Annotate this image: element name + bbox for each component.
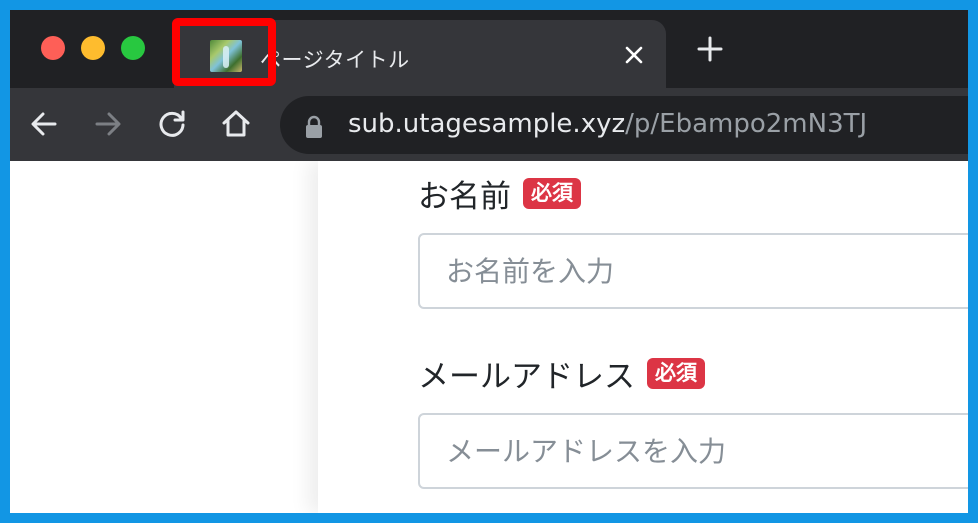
browser-toolbar: sub.utagesample.xyz/p/Ebampo2mN3TJ bbox=[10, 88, 968, 161]
minimize-window-button[interactable] bbox=[81, 36, 105, 60]
arrow-left-icon[interactable] bbox=[28, 108, 60, 140]
required-badge: 必須 bbox=[523, 178, 581, 209]
home-icon[interactable] bbox=[220, 108, 252, 140]
email-input[interactable] bbox=[418, 413, 968, 489]
close-window-button[interactable] bbox=[41, 36, 65, 60]
url-path: /p/Ebampo2mN3TJ bbox=[625, 109, 868, 139]
maximize-window-button[interactable] bbox=[121, 36, 145, 60]
favicon-highlight-box bbox=[172, 18, 276, 86]
url-host: sub.utagesample.xyz bbox=[348, 109, 626, 139]
reload-icon[interactable] bbox=[156, 108, 188, 140]
form-card: お名前 必須 メールアドレス 必須 bbox=[318, 161, 968, 513]
required-badge: 必須 bbox=[647, 358, 705, 389]
name-label-text: お名前 bbox=[418, 179, 511, 215]
name-input[interactable] bbox=[418, 233, 968, 309]
plus-icon[interactable] bbox=[694, 33, 726, 65]
tab-strip: ページタイトル bbox=[10, 10, 968, 88]
arrow-right-icon[interactable] bbox=[92, 108, 124, 140]
email-field-label: メールアドレス 必須 bbox=[418, 351, 705, 396]
name-field-label: お名前 必須 bbox=[418, 171, 581, 216]
lock-icon[interactable] bbox=[304, 115, 324, 139]
close-icon[interactable] bbox=[624, 38, 644, 72]
url-text: sub.utagesample.xyz/p/Ebampo2mN3TJ bbox=[348, 109, 867, 139]
tab-title: ページタイトル bbox=[260, 48, 410, 72]
page-viewport: お名前 必須 メールアドレス 必須 bbox=[10, 161, 968, 513]
browser-window: ページタイトル sub.utagesample.xyz/p/Ebampo2mN3… bbox=[10, 10, 968, 513]
address-bar[interactable]: sub.utagesample.xyz/p/Ebampo2mN3TJ bbox=[280, 96, 968, 154]
email-label-text: メールアドレス bbox=[418, 359, 635, 395]
